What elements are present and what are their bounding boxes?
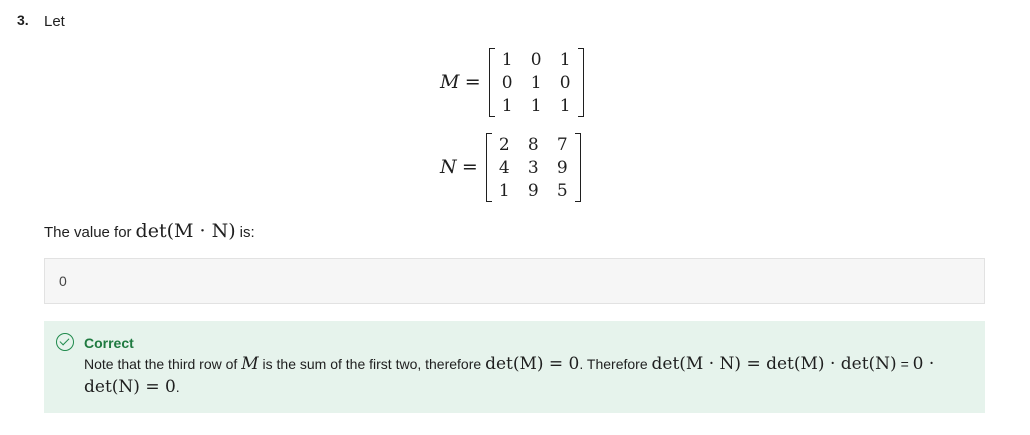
feedback-text: . xyxy=(175,379,180,395)
matrix-cell: 2 xyxy=(498,134,510,155)
feedback-explanation: Note that the third row of M is the sum … xyxy=(84,353,974,399)
feedback-text: is the sum of the first two, therefore xyxy=(262,356,482,372)
matrix-m-equation: M = 1 0 1 0 1 0 1 1 1 xyxy=(440,48,584,117)
matrix-cell: 1 xyxy=(501,95,513,116)
answer-value: 0 xyxy=(59,273,67,289)
matrix-cell: 9 xyxy=(556,157,568,178)
matrix-m-label: M xyxy=(440,71,460,93)
feedback-math: det(M) = 0 xyxy=(485,354,580,374)
matrix-cell: 5 xyxy=(556,180,568,201)
equals-sign: = xyxy=(461,156,478,178)
matrix-n: 2 8 7 4 3 9 1 9 5 xyxy=(485,133,581,202)
equals-sign: = xyxy=(464,71,481,93)
matrix-cell: 9 xyxy=(527,180,539,201)
question-intro: Let xyxy=(44,13,65,30)
right-bracket xyxy=(574,133,581,202)
right-bracket xyxy=(577,48,584,117)
left-bracket xyxy=(485,133,492,202)
question-number: 3. xyxy=(17,12,29,28)
prompt-math: det(M · N) xyxy=(135,220,236,242)
matrix-cell: 8 xyxy=(527,134,539,155)
feedback-status: Correct xyxy=(84,335,134,351)
matrix-cell: 1 xyxy=(501,49,513,70)
matrix-n-label: N xyxy=(440,156,457,178)
matrix-cell: 1 xyxy=(498,180,510,201)
check-circle-icon xyxy=(56,333,74,351)
matrix-cell: 4 xyxy=(498,157,510,178)
matrix-n-equation: N = 2 8 7 4 3 9 1 9 5 xyxy=(440,133,581,202)
matrix-cell: 0 xyxy=(530,49,542,70)
question-prompt: The value for det(M · N) is: xyxy=(44,220,255,242)
feedback-text: = xyxy=(900,356,909,372)
feedback-math: det(M · N) = det(M) · det(N) xyxy=(651,354,897,374)
matrix-cell: 1 xyxy=(559,95,571,116)
matrix-cell: 1 xyxy=(559,49,571,70)
matrix-cell: 7 xyxy=(556,134,568,155)
matrix-m: 1 0 1 0 1 0 1 1 1 xyxy=(488,48,584,117)
left-bracket xyxy=(488,48,495,117)
answer-field[interactable]: 0 xyxy=(44,258,985,304)
feedback-text: . Therefore xyxy=(579,356,648,372)
prompt-text-end: is: xyxy=(239,224,255,241)
matrix-cell: 0 xyxy=(501,72,513,93)
feedback-math: M xyxy=(241,354,259,374)
prompt-text: The value for xyxy=(44,224,132,241)
feedback-panel: Correct Note that the third row of M is … xyxy=(44,321,985,413)
matrix-cell: 1 xyxy=(530,95,542,116)
matrix-cell: 0 xyxy=(559,72,571,93)
matrix-cell: 3 xyxy=(527,157,539,178)
feedback-text: Note that the third row of xyxy=(84,356,238,372)
matrix-cell: 1 xyxy=(530,72,542,93)
